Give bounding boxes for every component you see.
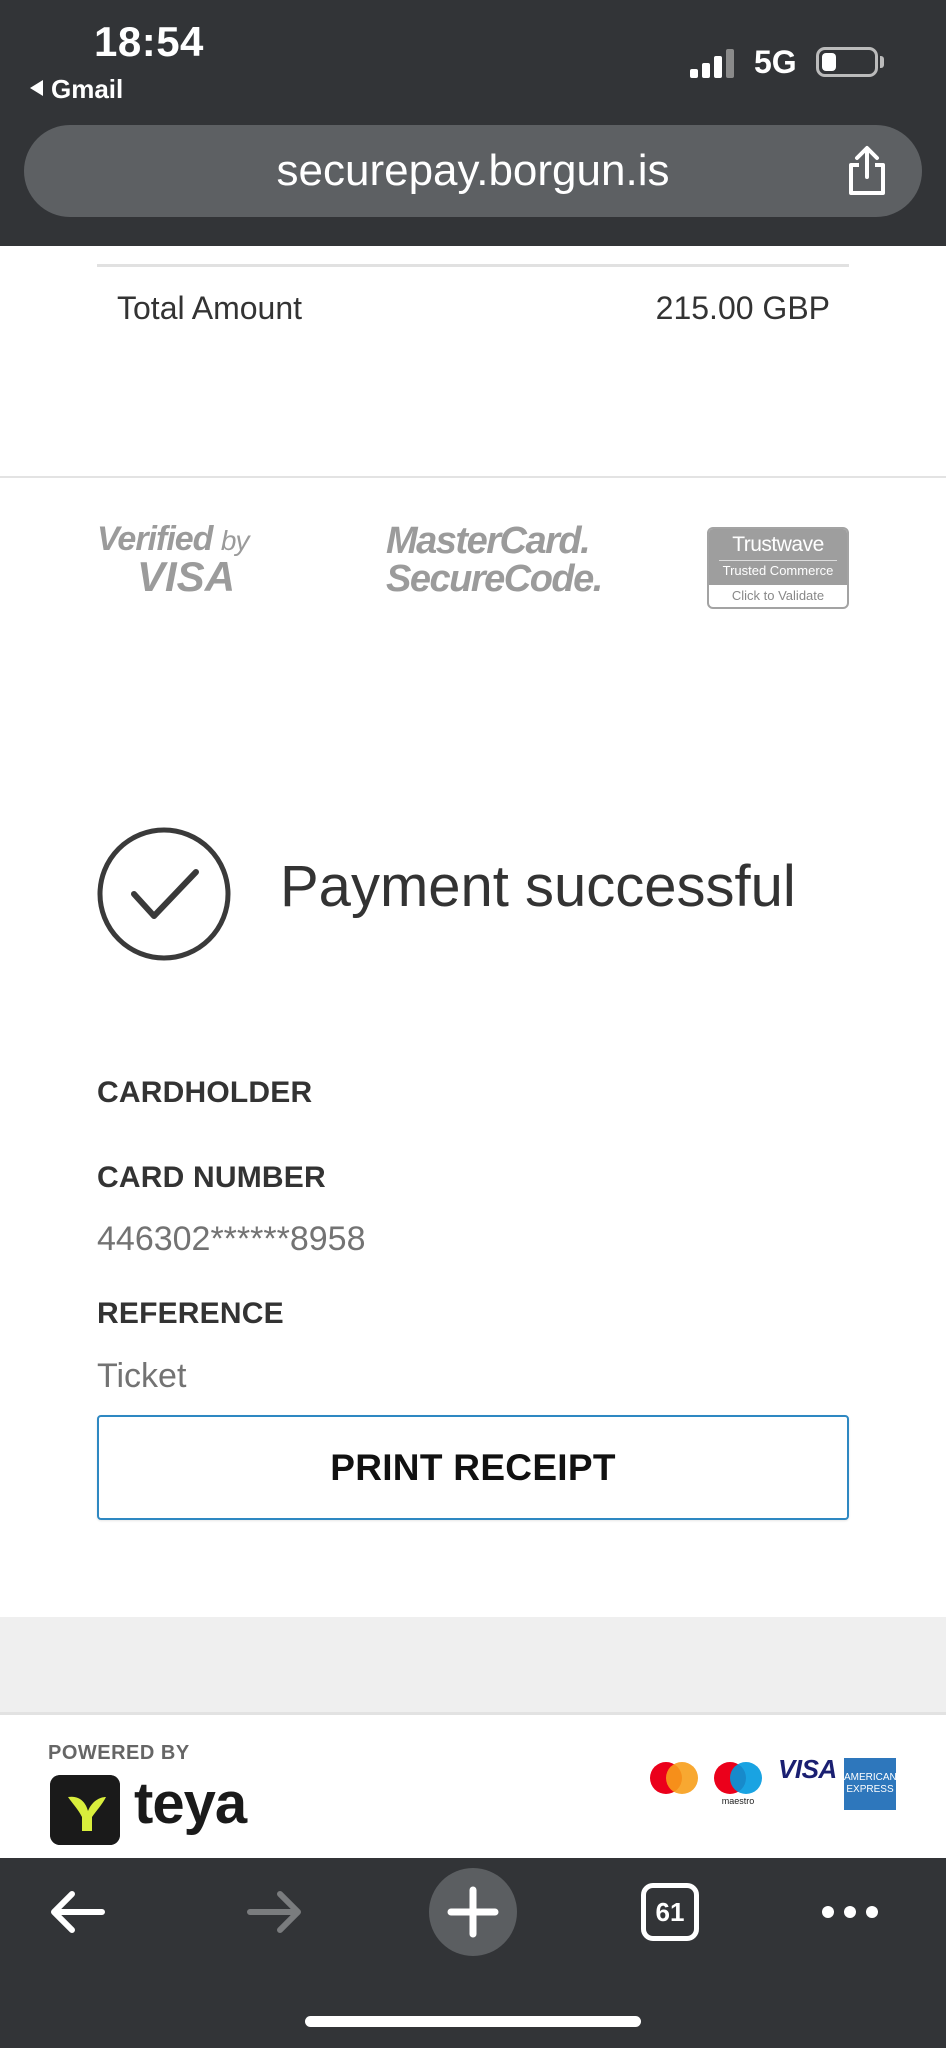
total-amount-value: 215.00 GBP	[655, 290, 830, 326]
reference-label: REFERENCE	[97, 1297, 284, 1330]
arrow-right-icon[interactable]	[244, 1886, 306, 1938]
status-time: 18:54	[94, 18, 204, 65]
network-type: 5G	[754, 44, 797, 80]
trustwave-brand: Trustwave	[732, 533, 824, 556]
battery-icon	[816, 47, 878, 77]
arrow-left-icon[interactable]	[46, 1886, 108, 1938]
teya-wordmark: teya	[134, 1771, 247, 1836]
amex-line1: AMERICAN	[844, 1772, 897, 1783]
mastercard-icon	[650, 1762, 698, 1794]
visa-logo-visa: VISA	[137, 553, 236, 600]
visa-icon: VISA	[778, 1754, 837, 1784]
print-receipt-button[interactable]: PRINT RECEIPT	[97, 1415, 849, 1520]
ellipsis-icon[interactable]	[820, 1898, 880, 1926]
amex-line2: EXPRESS	[846, 1784, 894, 1795]
back-triangle-icon	[30, 80, 43, 96]
mastercard-securecode-logo: MasterCard. SecureCode.	[386, 520, 603, 600]
battery-tip	[880, 56, 884, 68]
back-app-label: Gmail	[51, 74, 124, 104]
back-to-app-link[interactable]: Gmail	[30, 74, 123, 105]
card-number-label: CARD NUMBER	[97, 1161, 326, 1194]
maestro-icon: maestro	[710, 1760, 766, 1810]
payment-status-title: Payment successful	[280, 854, 796, 919]
tabs-button[interactable]: 61	[641, 1883, 699, 1941]
plus-icon	[447, 1886, 499, 1938]
teya-logo-mark	[50, 1775, 120, 1845]
trustwave-validate-link[interactable]: Click to Validate	[709, 585, 847, 603]
trustwave-seal[interactable]: Trustwave Trusted Commerce Click to Vali…	[707, 527, 849, 609]
section-divider	[0, 476, 946, 478]
share-icon[interactable]	[839, 143, 895, 199]
total-amount-label: Total Amount	[117, 290, 302, 326]
visa-logo-by: by	[220, 525, 250, 556]
tab-count: 61	[655, 1897, 685, 1927]
trustwave-sub: Trusted Commerce	[719, 560, 837, 578]
check-circle-icon	[97, 827, 231, 961]
card-number-value: 446302******8958	[97, 1220, 366, 1258]
cardholder-label: CARDHOLDER	[97, 1076, 313, 1109]
amex-icon: AMERICAN EXPRESS	[844, 1758, 897, 1810]
mc-logo-line1: MasterCard.	[386, 520, 591, 562]
maestro-caption: maestro	[721, 1796, 755, 1806]
powered-by-label: POWERED BY	[48, 1742, 190, 1764]
home-indicator[interactable]	[305, 2016, 641, 2027]
reference-value: Ticket	[97, 1357, 187, 1395]
footer-separator-band	[0, 1617, 946, 1715]
print-receipt-label: PRINT RECEIPT	[330, 1447, 616, 1488]
url-text: securepay.borgun.is	[276, 146, 670, 195]
summary-divider	[97, 264, 849, 267]
mc-logo-line2: SecureCode.	[386, 558, 603, 600]
new-tab-button[interactable]	[429, 1868, 517, 1956]
verified-by-visa-logo: Verified by VISA	[97, 522, 267, 598]
address-bar[interactable]: securepay.borgun.is	[24, 125, 922, 217]
cellular-signal-icon	[690, 48, 738, 78]
